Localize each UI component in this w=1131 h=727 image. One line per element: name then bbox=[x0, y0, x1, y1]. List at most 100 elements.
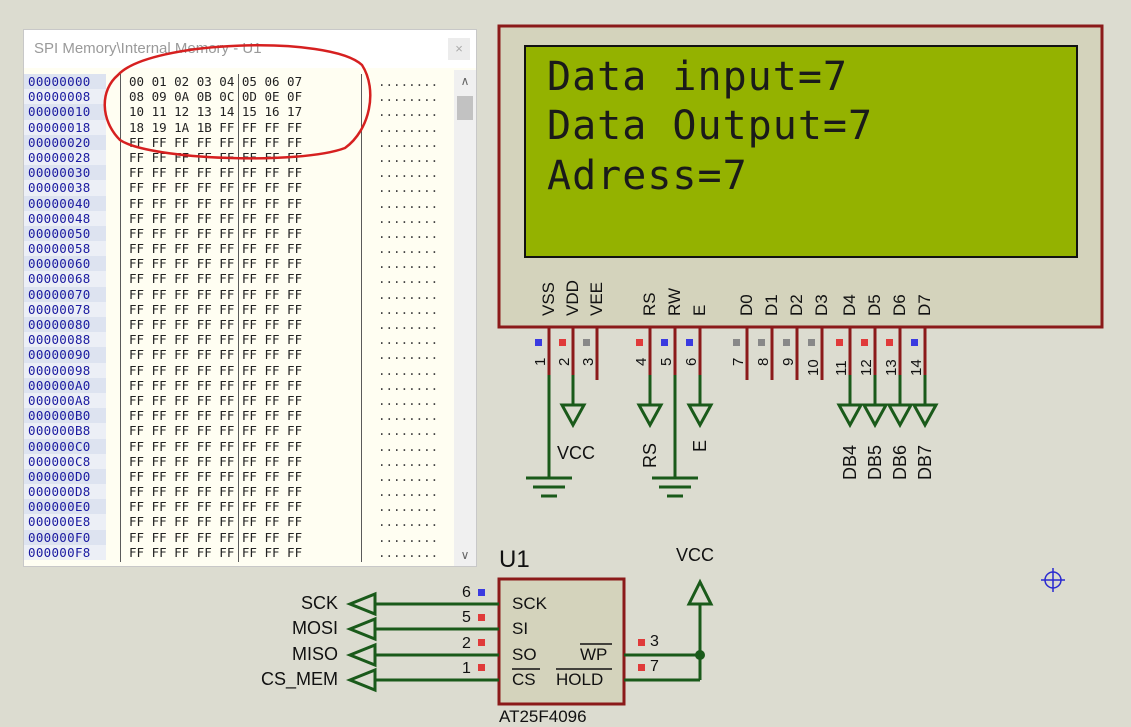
address-cell: 00000058 bbox=[24, 241, 106, 257]
address-cell: 00000068 bbox=[24, 271, 106, 287]
lcd-pin-number: 14 bbox=[908, 359, 925, 376]
address-cell: 000000A0 bbox=[24, 377, 106, 393]
address-cell: 00000050 bbox=[24, 225, 106, 242]
lcd-pin-name: D2 bbox=[787, 294, 806, 316]
lcd-pin-name: VEE bbox=[587, 281, 606, 316]
hex-row[interactable]: FF FF FF FF FF FF FF FF bbox=[121, 393, 361, 408]
lcd-pin-marker bbox=[836, 339, 843, 346]
address-cell: 00000088 bbox=[24, 332, 106, 348]
chip-pin-number: 6 bbox=[462, 584, 471, 601]
lcd-pin-number: 3 bbox=[580, 357, 597, 366]
ascii-row: ........ bbox=[378, 453, 439, 469]
hex-row[interactable]: FF FF FF FF FF FF FF FF bbox=[121, 439, 361, 454]
ascii-row: ........ bbox=[378, 89, 439, 105]
scroll-up-icon[interactable]: ∧ bbox=[454, 74, 476, 88]
ascii-row: ........ bbox=[378, 180, 439, 196]
lcd-pin-name: D5 bbox=[865, 294, 884, 316]
net-label-e: E bbox=[690, 439, 710, 452]
lcd-line-2: Data Output=7 bbox=[547, 103, 874, 149]
chip-pin-name: CS bbox=[512, 670, 536, 689]
chip-ref: U1 bbox=[499, 546, 530, 573]
memory-window[interactable]: SPI Memory\Internal Memory - U1 × 000000… bbox=[23, 29, 477, 567]
ascii-column[interactable]: ........................................… bbox=[374, 74, 454, 560]
lcd-pin-marker bbox=[808, 339, 815, 346]
hex-row[interactable]: FF FF FF FF FF FF FF FF bbox=[121, 271, 361, 286]
hex-row[interactable]: FF FF FF FF FF FF FF FF bbox=[121, 499, 361, 514]
ascii-row: ........ bbox=[378, 104, 439, 120]
hex-row[interactable]: FF FF FF FF FF FF FF FF bbox=[121, 332, 361, 347]
memory-window-title[interactable]: SPI Memory\Internal Memory - U1 bbox=[24, 30, 476, 68]
hex-row[interactable]: FF FF FF FF FF FF FF FF bbox=[121, 378, 361, 393]
address-cell: 000000B0 bbox=[24, 408, 106, 424]
scroll-down-icon[interactable]: ∨ bbox=[454, 548, 476, 562]
address-cell: 00000070 bbox=[24, 286, 106, 302]
hex-row[interactable]: FF FF FF FF FF FF FF FF bbox=[121, 135, 361, 150]
chip-pin-name: WP bbox=[580, 645, 608, 664]
hex-row[interactable]: 18 19 1A 1B FF FF FF FF bbox=[121, 120, 361, 135]
ascii-row: ........ bbox=[378, 468, 439, 484]
hex-row[interactable]: FF FF FF FF FF FF FF FF bbox=[121, 545, 361, 560]
ascii-row: ........ bbox=[378, 149, 439, 165]
address-cell: 000000C0 bbox=[24, 438, 106, 454]
hex-data-column[interactable]: 00 01 02 03 04 05 06 07 08 09 0A 0B 0C 0D… bbox=[121, 74, 361, 560]
lcd-pin-number: 2 bbox=[556, 357, 573, 366]
lcd-pin-number: 12 bbox=[858, 359, 875, 376]
data-bus-wires bbox=[836, 375, 939, 429]
chip-net-vcc: VCC bbox=[676, 545, 715, 565]
hex-row[interactable]: FF FF FF FF FF FF FF FF bbox=[121, 302, 361, 317]
hex-row[interactable]: FF FF FF FF FF FF FF FF bbox=[121, 317, 361, 332]
net-label-db: DB7 bbox=[915, 444, 935, 480]
ascii-row: ........ bbox=[378, 544, 439, 560]
hex-row[interactable]: FF FF FF FF FF FF FF FF bbox=[121, 196, 361, 211]
hex-row[interactable]: FF FF FF FF FF FF FF FF bbox=[121, 165, 361, 180]
chip-net-label: MOSI bbox=[291, 618, 338, 638]
hex-row[interactable]: FF FF FF FF FF FF FF FF bbox=[121, 226, 361, 241]
lcd-pin-number: 7 bbox=[730, 357, 747, 366]
scrollbar-thumb[interactable] bbox=[457, 96, 473, 120]
lcd-pin-marker bbox=[911, 339, 918, 346]
lcd-pin-name: RW bbox=[665, 287, 684, 316]
address-cell: 000000A8 bbox=[24, 392, 106, 409]
hex-row[interactable]: FF FF FF FF FF FF FF FF bbox=[121, 530, 361, 545]
hex-row[interactable]: FF FF FF FF FF FF FF FF bbox=[121, 256, 361, 271]
ascii-row: ........ bbox=[378, 392, 439, 408]
hex-row[interactable]: FF FF FF FF FF FF FF FF bbox=[121, 514, 361, 529]
hex-row[interactable]: 10 11 12 13 14 15 16 17 bbox=[121, 104, 361, 119]
chip-net-label: MISO bbox=[291, 644, 338, 664]
lcd-pin-name: E bbox=[690, 304, 709, 316]
ascii-row: ........ bbox=[378, 347, 439, 363]
ascii-row: ........ bbox=[378, 119, 439, 135]
hex-row[interactable]: FF FF FF FF FF FF FF FF bbox=[121, 484, 361, 499]
close-icon[interactable]: × bbox=[448, 38, 470, 60]
vertical-scrollbar[interactable]: ∧ ∨ bbox=[454, 70, 476, 566]
hex-row[interactable]: FF FF FF FF FF FF FF FF bbox=[121, 347, 361, 362]
hex-row[interactable]: 00 01 02 03 04 05 06 07 bbox=[121, 74, 361, 89]
hex-row[interactable]: FF FF FF FF FF FF FF FF bbox=[121, 287, 361, 302]
lcd-pin-marker bbox=[559, 339, 566, 346]
hex-row[interactable]: 08 09 0A 0B 0C 0D 0E 0F bbox=[121, 89, 361, 104]
ascii-row: ........ bbox=[378, 377, 439, 393]
hex-row[interactable]: FF FF FF FF FF FF FF FF bbox=[121, 241, 361, 256]
hex-row[interactable]: FF FF FF FF FF FF FF FF bbox=[121, 363, 361, 378]
lcd-pin-number: 10 bbox=[805, 359, 822, 376]
hex-row[interactable]: FF FF FF FF FF FF FF FF bbox=[121, 408, 361, 423]
chip-pin-name: SI bbox=[512, 619, 529, 638]
hex-row[interactable]: FF FF FF FF FF FF FF FF bbox=[121, 423, 361, 438]
chip-pin-number: 7 bbox=[650, 658, 659, 675]
address-cell: 00000010 bbox=[24, 104, 106, 120]
ascii-row: ........ bbox=[378, 408, 439, 424]
lcd-pin-name: D3 bbox=[812, 294, 831, 316]
ascii-row: ........ bbox=[378, 423, 439, 439]
chip-part: AT25F4096 bbox=[499, 707, 587, 726]
ascii-row: ........ bbox=[378, 529, 439, 545]
hex-row[interactable]: FF FF FF FF FF FF FF FF bbox=[121, 454, 361, 469]
lcd-pin-marker bbox=[535, 339, 542, 346]
net-label-db: DB5 bbox=[865, 444, 885, 480]
address-cell: 000000F8 bbox=[24, 544, 106, 560]
hex-row[interactable]: FF FF FF FF FF FF FF FF bbox=[121, 211, 361, 226]
hex-row[interactable]: FF FF FF FF FF FF FF FF bbox=[121, 150, 361, 165]
hex-row[interactable]: FF FF FF FF FF FF FF FF bbox=[121, 180, 361, 195]
address-cell: 000000B8 bbox=[24, 423, 106, 439]
hex-row[interactable]: FF FF FF FF FF FF FF FF bbox=[121, 469, 361, 484]
address-cell: 00000020 bbox=[24, 134, 106, 150]
